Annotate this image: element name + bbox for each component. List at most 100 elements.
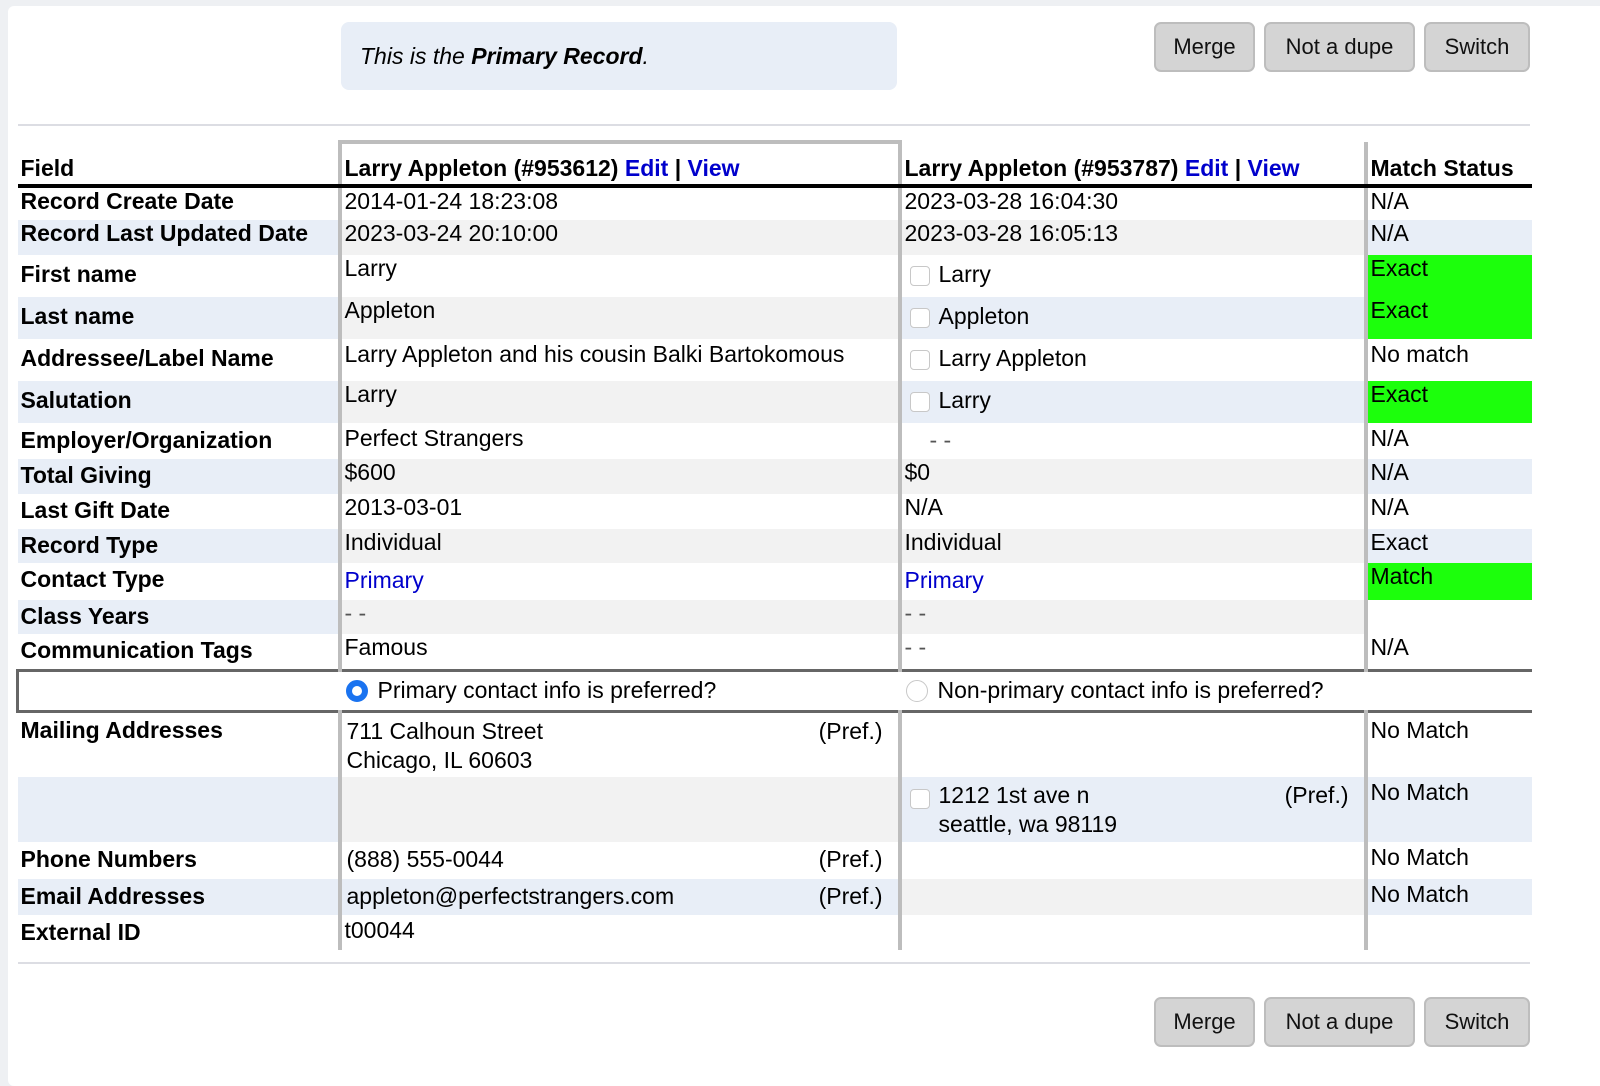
switch-button[interactable]: Switch — [1424, 22, 1530, 72]
preferred-label: (Pref.) — [818, 883, 883, 909]
field-label: Salutation — [17, 381, 340, 423]
field-label: Total Giving — [17, 459, 340, 494]
table-row: Last Gift Date 2013-03-01 N/A N/A — [18, 494, 1532, 529]
match-status: No Match — [1363, 842, 1532, 879]
duplicate-record-name: Larry Appleton (#953787) — [904, 155, 1179, 181]
contact-type-link[interactable]: Primary — [345, 567, 424, 593]
match-status: Exact — [1363, 255, 1532, 297]
match-status: N/A — [1363, 634, 1532, 670]
top-action-buttons: Merge Not a dupe Switch — [1154, 22, 1530, 72]
field-label: Email Addresses — [17, 879, 340, 915]
divider — [18, 124, 1530, 126]
mailing-address-row: Mailing Addresses 711 Calhoun Street Chic… — [18, 711, 1532, 777]
duplicate-value: Larry Appleton — [900, 339, 1366, 381]
field-label: Record Type — [17, 529, 340, 563]
duplicate-value: Individual — [899, 529, 1366, 563]
external-id-row: External ID t00044 — [18, 915, 1532, 950]
primary-value: - - — [337, 600, 902, 634]
field-label: Contact Type — [20, 566, 165, 592]
primary-record-name: Larry Appleton (#953612) — [344, 155, 619, 181]
duplicate-record-header: Larry Appleton (#953787) Edit | View — [899, 142, 1366, 188]
switch-button[interactable]: Switch — [1424, 997, 1530, 1047]
primary-contact-preferred-option[interactable]: Primary contact info is preferred? — [339, 668, 900, 713]
primary-email: appleton@perfectstrangers.com (Pref.) — [337, 879, 902, 915]
merge-button[interactable]: Merge — [1154, 997, 1255, 1047]
field-label: Last name — [17, 297, 340, 339]
match-status: Match — [1363, 563, 1532, 600]
table-header-row: Field Larry Appleton (#953612) Edit | Vi… — [17, 140, 1532, 188]
select-address-checkbox[interactable] — [909, 789, 930, 809]
nonprimary-contact-radio[interactable] — [905, 680, 928, 702]
select-value-checkbox[interactable] — [909, 266, 930, 286]
duplicate-value: Appleton — [899, 297, 1366, 339]
duplicate-record-view-link[interactable]: View — [1248, 155, 1300, 181]
not-a-dupe-button[interactable]: Not a dupe — [1264, 997, 1415, 1047]
primary-value: Larry — [337, 381, 902, 423]
primary-contact-radio[interactable] — [345, 680, 368, 702]
email-row: Email Addresses appleton@perfectstranger… — [17, 879, 1532, 915]
primary-value: Appleton — [337, 297, 902, 339]
match-status: N/A — [1363, 186, 1532, 220]
field-label: External ID — [20, 919, 141, 945]
table-row: Total Giving $600 $0 N/A — [17, 459, 1532, 494]
primary-value: 2014-01-24 18:23:08 — [337, 186, 902, 220]
duplicate-value: N/A — [904, 494, 943, 520]
primary-value: Larry Appleton and his cousin Balki Bart… — [337, 339, 902, 381]
primary-phone: (888) 555-0044 (Pref.) — [337, 842, 902, 879]
primary-record-notice: This is the Primary Record. — [341, 22, 897, 90]
bottom-action-buttons: Merge Not a dupe Switch — [1154, 997, 1530, 1047]
preferred-label: (Pref.) — [818, 717, 883, 744]
link-separator: | — [674, 155, 682, 181]
primary-record-edit-link[interactable]: Edit — [625, 155, 668, 181]
match-status: N/A — [1363, 220, 1532, 255]
table-row: Contact Type Primary Primary Match — [18, 563, 1532, 600]
duplicate-value: 2023-03-28 16:04:30 — [904, 188, 1119, 214]
duplicate-value: Primary — [900, 563, 1366, 600]
primary-record-header: Larry Appleton (#953612) Edit | View — [337, 140, 902, 188]
table-row: Employer/Organization Perfect Strangers … — [18, 423, 1532, 459]
table-row: Class Years - - - - — [17, 600, 1532, 634]
match-status: Exact — [1363, 381, 1532, 423]
contact-preference-row: Primary contact info is preferred? Non-p… — [16, 668, 1532, 713]
select-value-checkbox[interactable] — [909, 392, 930, 412]
table-row: Last name Appleton Appleton Exact — [17, 297, 1532, 339]
match-status: Exact — [1363, 297, 1532, 339]
table-row: Salutation Larry Larry Exact — [17, 381, 1532, 423]
primary-external-id: t00044 — [337, 915, 902, 950]
nonprimary-contact-preferred-option[interactable]: Non-primary contact info is preferred? — [899, 668, 1532, 713]
select-value-checkbox[interactable] — [909, 308, 930, 328]
duplicate-value: $0 — [899, 459, 1366, 494]
primary-value: 2023-03-24 20:10:00 — [337, 220, 902, 255]
primary-mailing-address: 711 Calhoun Street Chicago, IL 60603 (Pref… — [337, 711, 902, 777]
match-status: No Match — [1363, 777, 1532, 842]
not-a-dupe-button[interactable]: Not a dupe — [1264, 22, 1415, 72]
field-label: Mailing Addresses — [20, 716, 223, 743]
select-value-checkbox[interactable] — [909, 350, 930, 370]
field-label: Communication Tags — [20, 637, 253, 663]
match-status: No Match — [1363, 879, 1532, 915]
preferred-label: (Pref.) — [1284, 782, 1349, 808]
mailing-address-row: 1212 1st ave n seattle, wa 98119 (Pref.) N… — [17, 777, 1532, 842]
primary-record-view-link[interactable]: View — [688, 155, 740, 181]
field-label: Phone Numbers — [20, 846, 197, 872]
contact-type-link[interactable]: Primary — [905, 567, 984, 593]
duplicate-mailing-address — [900, 711, 1366, 777]
table-row: Addressee/Label Name Larry Appleton and … — [18, 339, 1532, 381]
duplicate-value: Larry — [899, 381, 1366, 423]
match-status-header: Match Status — [1363, 142, 1532, 188]
duplicate-record-edit-link[interactable]: Edit — [1185, 155, 1228, 181]
primary-value: Individual — [337, 529, 902, 563]
match-status — [1363, 600, 1532, 634]
table-row: First name Larry Larry Exact — [18, 255, 1532, 297]
field-label: Record Last Updated Date — [17, 220, 340, 255]
field-label: Record Create Date — [20, 188, 234, 214]
primary-value: Primary — [337, 563, 902, 600]
primary-value: Famous — [337, 634, 902, 670]
match-status: No Match — [1363, 711, 1532, 777]
field-label: Class Years — [17, 600, 340, 634]
link-separator: | — [1234, 155, 1242, 181]
duplicate-value: 2023-03-28 16:05:13 — [899, 220, 1366, 255]
merge-button[interactable]: Merge — [1154, 22, 1255, 72]
divider — [18, 962, 1530, 964]
field-column-header: Field — [17, 142, 340, 188]
